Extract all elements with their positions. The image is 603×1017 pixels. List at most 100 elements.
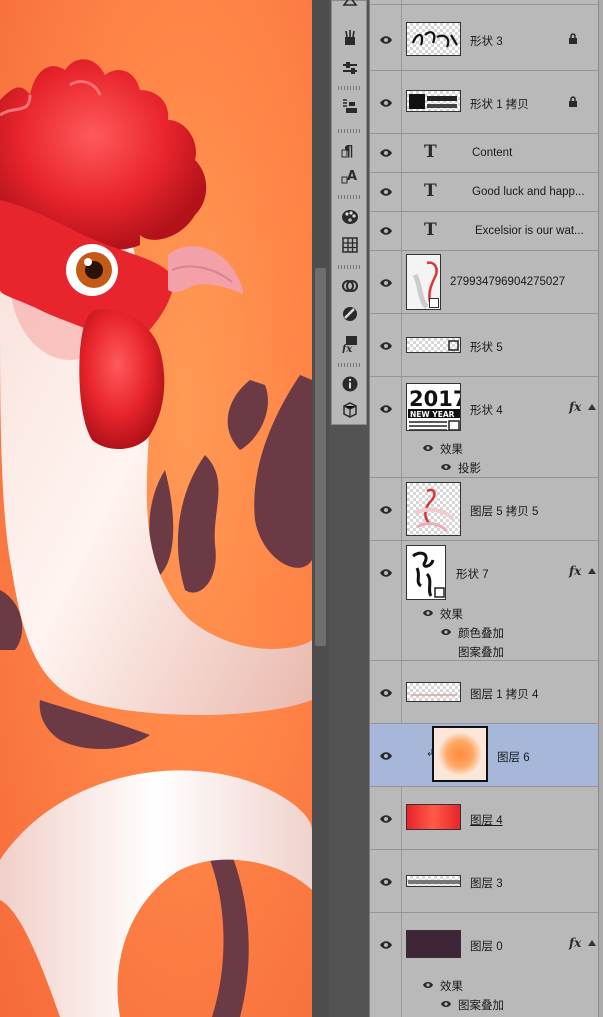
layer-thumbnail[interactable]: [432, 726, 488, 782]
effects-eye-icon[interactable]: [422, 444, 434, 452]
effect-pattern-overlay[interactable]: 图案叠加: [458, 997, 504, 1013]
effects-eye-icon[interactable]: [422, 609, 434, 617]
layer-row[interactable]: 形状 7 fx 效果 颜色叠加 图案叠加: [370, 541, 598, 661]
effect-color-overlay[interactable]: 颜色叠加: [458, 625, 504, 641]
expand-effects-arrow-icon[interactable]: [588, 404, 596, 410]
3d-icon[interactable]: [338, 399, 362, 421]
layer-name[interactable]: 图层 6: [497, 749, 530, 765]
panel-grip[interactable]: [338, 86, 362, 90]
layer-name[interactable]: Content: [472, 147, 512, 159]
layer-name[interactable]: 形状 1 拷贝: [470, 96, 529, 112]
layer-row[interactable]: 2017 NEW YEAR 形状 4 fx 效果 投影: [370, 377, 598, 478]
eye-icon[interactable]: [379, 341, 393, 351]
character-icon[interactable]: A: [338, 165, 362, 187]
fx-badge[interactable]: fx: [569, 564, 581, 578]
layer-name[interactable]: 形状 5: [470, 339, 503, 355]
layer-row-selected[interactable]: ↲ 图层 6: [370, 724, 598, 787]
history-icon[interactable]: [338, 0, 362, 13]
canvas-scrollbar-thumb[interactable]: [315, 268, 326, 646]
layer-name[interactable]: Good luck and happ...: [472, 186, 585, 198]
effect-eye-icon[interactable]: [440, 1000, 452, 1008]
layer-thumbnail[interactable]: [406, 22, 461, 56]
eye-icon[interactable]: [379, 505, 393, 515]
eye-icon[interactable]: [379, 98, 393, 108]
eye-icon[interactable]: [379, 35, 393, 45]
layer-thumbnail[interactable]: [406, 545, 446, 600]
eye-icon[interactable]: [379, 278, 393, 288]
effects-label[interactable]: 效果: [440, 978, 463, 994]
properties-icon[interactable]: fx: [338, 333, 362, 355]
expand-effects-arrow-icon[interactable]: [588, 568, 596, 574]
effects-label[interactable]: 效果: [440, 441, 463, 457]
eye-icon[interactable]: [379, 940, 393, 950]
layer-row[interactable]: 279934796904275027: [370, 251, 598, 314]
panel-grip[interactable]: [338, 129, 362, 133]
layer-row[interactable]: 图层 3: [370, 850, 598, 913]
effect-eye-icon[interactable]: [440, 463, 452, 471]
eye-icon[interactable]: [379, 877, 393, 887]
document-canvas[interactable]: [0, 0, 312, 1017]
layer-name[interactable]: 图层 5 拷贝 5: [470, 503, 538, 519]
eye-icon[interactable]: [379, 814, 393, 824]
layer-name[interactable]: 279934796904275027: [450, 276, 565, 288]
layer-thumbnail[interactable]: 2017 NEW YEAR: [406, 383, 461, 431]
layer-name[interactable]: Excelsior is our wat...: [475, 225, 584, 237]
text-layer-icon: T: [424, 220, 437, 240]
paragraph-icon[interactable]: ¶: [338, 139, 362, 161]
eye-icon[interactable]: [379, 226, 393, 236]
eye-icon[interactable]: [379, 404, 393, 414]
libraries-icon[interactable]: [338, 275, 362, 297]
layer-name[interactable]: 形状 7: [456, 566, 489, 582]
layer-name[interactable]: 形状 3: [470, 33, 503, 49]
layer-name[interactable]: 图层 1 拷贝 4: [470, 686, 538, 702]
layer-row[interactable]: T Excelsior is our wat...: [370, 212, 598, 251]
expand-effects-arrow-icon[interactable]: [588, 940, 596, 946]
panel-grip[interactable]: [338, 363, 362, 367]
eye-icon[interactable]: [379, 187, 393, 197]
canvas-scrollbar[interactable]: [312, 0, 329, 1017]
tool-presets-icon[interactable]: [338, 57, 362, 79]
layer-thumbnail[interactable]: [406, 804, 461, 830]
info-icon[interactable]: [338, 373, 362, 395]
layer-thumbnail[interactable]: [406, 875, 461, 887]
panel-grip[interactable]: [338, 265, 362, 269]
effect-eye-icon[interactable]: [440, 628, 452, 636]
brush-presets-icon[interactable]: [338, 27, 362, 49]
layer-thumbnail[interactable]: [406, 254, 441, 310]
layer-row[interactable]: 形状 3: [370, 8, 598, 71]
layer-thumbnail[interactable]: [406, 682, 461, 702]
fx-badge[interactable]: fx: [569, 400, 581, 414]
adjustments-icon[interactable]: [338, 303, 362, 325]
smart-object-icon: [429, 298, 439, 308]
effect-pattern-overlay[interactable]: 图案叠加: [458, 644, 504, 660]
effects-label[interactable]: 效果: [440, 606, 463, 622]
layers-scrollbar[interactable]: [598, 0, 603, 1017]
grid-icon[interactable]: [338, 234, 362, 256]
clone-source-icon[interactable]: [338, 95, 362, 117]
effects-eye-icon[interactable]: [422, 981, 434, 989]
layer-row[interactable]: T Content: [370, 134, 598, 173]
eye-icon[interactable]: [379, 751, 393, 761]
layer-row[interactable]: 形状 5: [370, 314, 598, 377]
layer-row[interactable]: T Good luck and happ...: [370, 173, 598, 212]
layer-thumbnail[interactable]: [406, 90, 461, 112]
fx-badge[interactable]: fx: [569, 936, 581, 950]
layer-row[interactable]: 形状 1 拷贝: [370, 71, 598, 134]
panel-grip[interactable]: [338, 195, 362, 199]
eye-icon[interactable]: [379, 688, 393, 698]
layer-thumbnail[interactable]: [406, 482, 461, 536]
layer-row[interactable]: 图层 1 拷贝 4: [370, 661, 598, 724]
swatches-icon[interactable]: [338, 206, 362, 228]
layer-thumbnail[interactable]: [406, 930, 461, 958]
layer-thumbnail[interactable]: [406, 337, 461, 353]
layer-row[interactable]: 图层 0 fx 效果 图案叠加: [370, 913, 598, 1017]
layer-name[interactable]: 图层 3: [470, 875, 503, 891]
layer-name[interactable]: 形状 4: [470, 402, 503, 418]
layer-row[interactable]: 图层 4: [370, 787, 598, 850]
eye-icon[interactable]: [379, 568, 393, 578]
effect-drop-shadow[interactable]: 投影: [458, 460, 481, 476]
layer-name[interactable]: 图层 0: [470, 938, 503, 954]
eye-icon[interactable]: [379, 148, 393, 158]
layer-name[interactable]: 图层 4: [470, 812, 503, 828]
layer-row[interactable]: 图层 5 拷贝 5: [370, 478, 598, 541]
